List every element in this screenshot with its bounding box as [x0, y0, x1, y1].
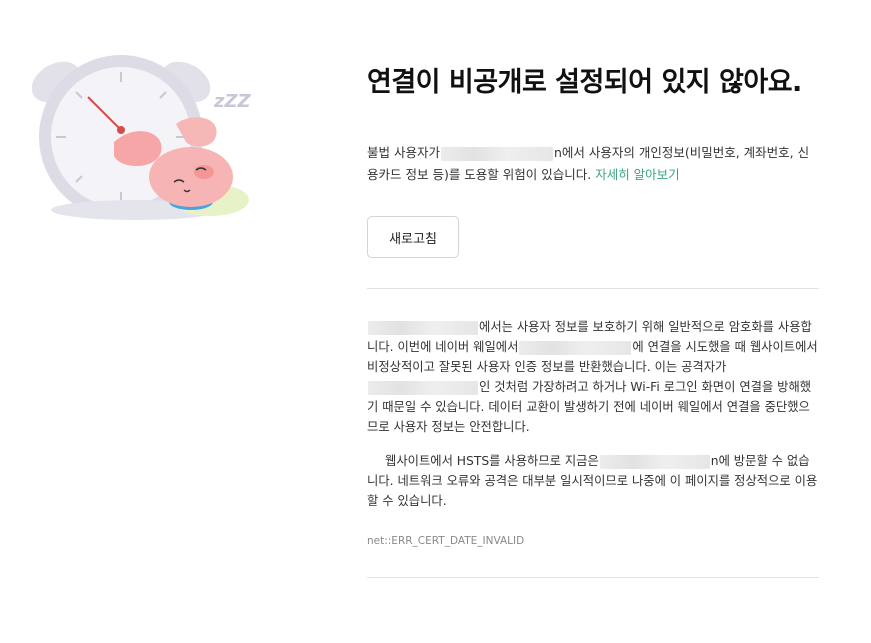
- details-text-2a: 웹사이트에서 HSTS를 사용하므로 지금은: [385, 454, 599, 468]
- redacted-domain: [368, 320, 478, 335]
- redacted-domain: [440, 146, 553, 161]
- redacted-domain: [519, 340, 632, 355]
- error-code[interactable]: net::ERR_CERT_DATE_INVALID: [367, 535, 819, 547]
- page-title: 연결이 비공개로 설정되어 있지 않아요.: [367, 67, 802, 98]
- error-description: 불법 사용자가 n에서 사용자의 개인정보(비밀번호, 계좌번호, 신용카드 정보…: [367, 142, 819, 186]
- zzz-label: zZZ: [213, 91, 252, 112]
- redacted-domain: [368, 380, 478, 395]
- error-content: 연결이 비공개로 설정되어 있지 않아요. 불법 사용자가 n에서 사용자의 개인…: [367, 64, 819, 578]
- details-section: 에서는 사용자 정보를 보호하기 위해 일반적으로 암호화를 사용합니다. 이번…: [367, 289, 819, 547]
- details-paragraph-2: 웹사이트에서 HSTS를 사용하므로 지금은 n에 방문할 수 없습니다. 네트워…: [367, 451, 819, 511]
- sleeping-clock-illustration: zZZ: [26, 52, 276, 227]
- details-paragraph-1: 에서는 사용자 정보를 보호하기 위해 일반적으로 암호화를 사용합니다. 이번…: [367, 317, 819, 437]
- clock-rabbit-icon: zZZ: [31, 55, 252, 220]
- learn-more-link[interactable]: 자세히 알아보기: [595, 167, 679, 182]
- description-part1: 불법 사용자가: [367, 145, 440, 160]
- redacted-domain: [599, 454, 710, 469]
- refresh-button[interactable]: 새로고침: [367, 216, 459, 258]
- privacy-error-page: zZZ 연결이 비공개로 설정되어 있지 않아요. 불법 사용자가 n에서 사용자…: [0, 0, 871, 643]
- divider: [367, 577, 819, 578]
